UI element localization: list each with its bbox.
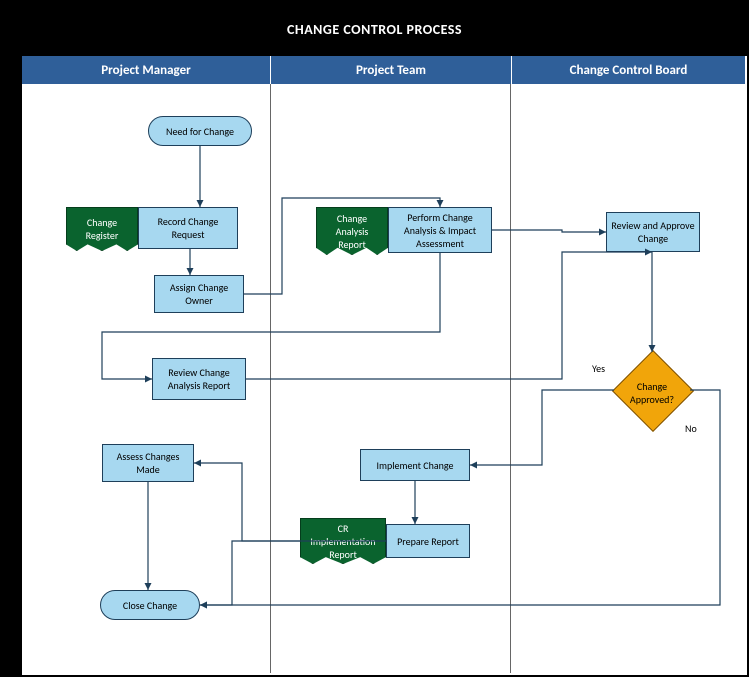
node-review-approve: Review and Approve Change <box>606 212 700 252</box>
node-start: Need for Change <box>148 116 252 146</box>
node-review-approve-label: Review and Approve Change <box>611 219 695 245</box>
label-no: No <box>685 422 697 435</box>
flowchart-frame: CHANGE CONTROL PROCESS Project Manager P… <box>0 0 749 677</box>
lane-divider-1 <box>270 84 271 673</box>
node-prepare: Prepare Report <box>386 524 470 558</box>
left-black-bar <box>2 56 22 675</box>
node-assign-label: Assign Change Owner <box>159 281 239 307</box>
node-review-analysis-label: Review Change Analysis Report <box>157 366 241 392</box>
node-implement-label: Implement Change <box>377 459 454 472</box>
node-start-label: Need for Change <box>166 125 234 138</box>
doc-analysis-label: Change Analysis Report <box>323 212 381 251</box>
node-analysis: Perform Change Analysis & Impact Assessm… <box>388 207 492 253</box>
node-assign: Assign Change Owner <box>154 275 244 313</box>
lane-title-team: Project Team <box>271 56 512 84</box>
node-record-label: Record Change Request <box>143 215 233 241</box>
arrows-layer <box>2 2 749 679</box>
diagram-title: CHANGE CONTROL PROCESS <box>2 2 747 56</box>
doc-register-label: Change Register <box>73 216 131 242</box>
node-assess: Assess Changes Made <box>102 444 194 482</box>
title-text: CHANGE CONTROL PROCESS <box>287 21 462 38</box>
node-implement: Implement Change <box>360 449 470 481</box>
label-yes: Yes <box>592 362 605 375</box>
node-close: Close Change <box>100 590 200 620</box>
node-close-label: Close Change <box>123 599 177 612</box>
doc-cr-label: CR Implementation Report <box>307 522 379 561</box>
node-analysis-label: Perform Change Analysis & Impact Assessm… <box>393 211 487 250</box>
node-assess-label: Assess Changes Made <box>107 450 189 476</box>
doc-analysis-report: Change Analysis Report <box>316 207 388 255</box>
node-prepare-label: Prepare Report <box>397 535 459 548</box>
lane-title-ccb: Change Control Board <box>512 56 745 84</box>
node-review-analysis: Review Change Analysis Report <box>152 358 246 400</box>
lane-divider-2 <box>510 84 511 673</box>
doc-cr-report: CR Implementation Report <box>300 518 386 564</box>
swimlane-header: Project Manager Project Team Change Cont… <box>22 56 745 84</box>
doc-change-register: Change Register <box>66 207 138 251</box>
lane-title-pm: Project Manager <box>22 56 271 84</box>
node-record: Record Change Request <box>138 207 238 249</box>
decision-label: Change Approved? <box>622 380 682 406</box>
